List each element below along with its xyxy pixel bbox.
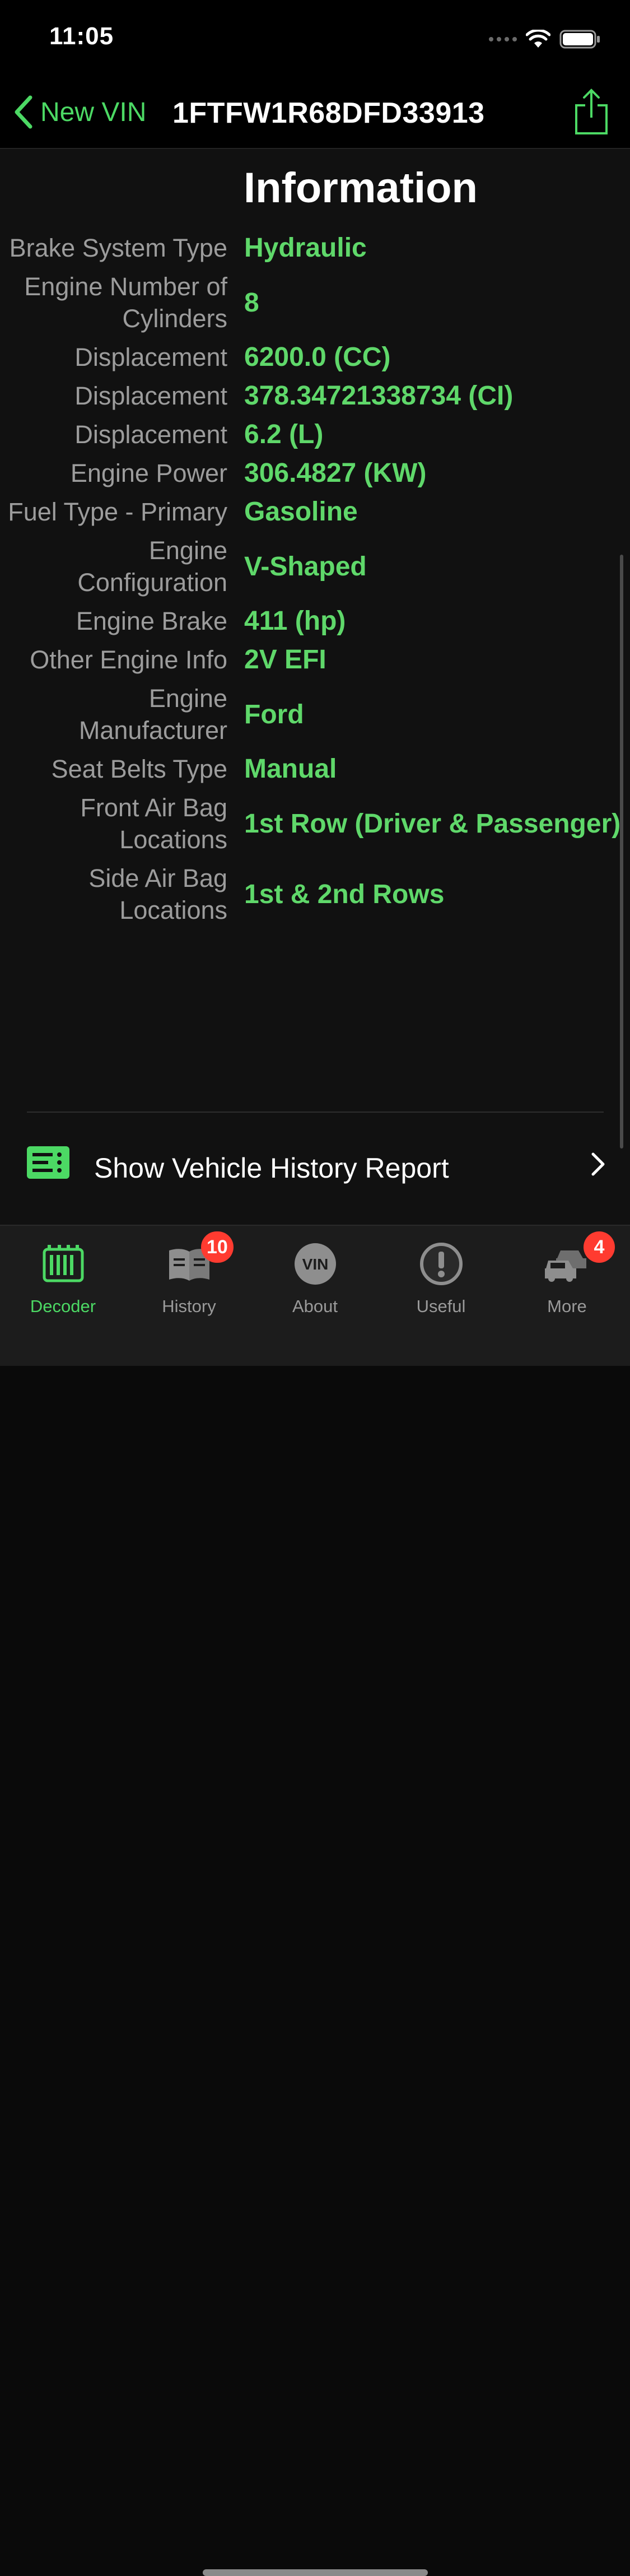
home-indicator[interactable] — [203, 2569, 428, 2576]
more-badge: 4 — [584, 1231, 615, 1263]
tab-history[interactable]: 10 History — [126, 1231, 252, 1317]
tab-bar: Decoder 10 History VIN About Useful 4 Mo… — [0, 1225, 630, 2576]
spec-label: Side Air Bag Locations — [88, 864, 227, 924]
spec-label: Other Engine Info — [30, 645, 227, 674]
tab-decoder[interactable]: Decoder — [0, 1236, 126, 1317]
spec-value: Hydraulic — [244, 233, 367, 263]
spec-label: Engine Number of Cylinders — [24, 272, 227, 333]
spec-value: 6.2 (L) — [244, 420, 324, 449]
spec-row-engine-manufacturer: Engine Manufacturer Ford — [0, 679, 630, 750]
spec-value: V-Shaped — [244, 551, 367, 582]
spec-row-engine-brake: Engine Brake 411 (hp) — [0, 602, 630, 640]
spec-label: Displacement — [74, 420, 227, 449]
tab-about[interactable]: VIN About — [252, 1236, 378, 1317]
back-label: New VIN — [40, 97, 147, 127]
tab-label: About — [292, 1296, 338, 1316]
spec-row-cylinders: Engine Number of Cylinders 8 — [0, 267, 630, 338]
spec-label: Displacement — [74, 343, 227, 371]
spec-row-displacement-cc: Displacement 6200.0 (CC) — [0, 338, 630, 376]
tab-useful[interactable]: Useful — [378, 1236, 504, 1317]
cars-icon: 4 — [504, 1231, 630, 1292]
spec-list: Brake System Type Hydraulic Engine Numbe… — [0, 229, 630, 929]
spec-row-brake-system: Brake System Type Hydraulic — [0, 229, 630, 267]
vin-title: 1FTFW1R68DFD33913 — [172, 97, 485, 129]
spec-label: Seat Belts Type — [51, 755, 227, 783]
spec-label: Engine Power — [70, 459, 227, 487]
report-label: Show Vehicle History Report — [94, 1152, 449, 1184]
status-bar: 11:05 — [0, 0, 630, 78]
report-list-icon — [27, 1146, 69, 1182]
history-badge: 10 — [201, 1231, 234, 1263]
spec-value: Manual — [244, 754, 337, 784]
spec-label: Engine Manufacturer — [78, 684, 227, 745]
chevron-right-icon — [591, 1152, 605, 1179]
spec-label: Engine Configuration — [77, 536, 227, 597]
spec-value: 2V EFI — [244, 645, 326, 675]
spec-row-front-air-bags: Front Air Bag Locations 1st Row (Driver … — [0, 788, 630, 859]
status-icons — [489, 28, 601, 50]
vehicle-history-report-button[interactable]: Show Vehicle History Report — [0, 1135, 630, 1197]
spec-label: Engine Brake — [76, 607, 227, 635]
information-scroll-view[interactable]: Information Brake System Type Hydraulic … — [0, 149, 630, 1225]
tab-label: More — [547, 1296, 587, 1316]
spec-value: Ford — [244, 699, 304, 729]
navigation-bar: New VIN 1FTFW1R68DFD33913 — [0, 78, 630, 149]
spec-row-side-air-bags: Side Air Bag Locations 1st & 2nd Rows — [0, 859, 630, 929]
book-icon: 10 — [126, 1231, 252, 1292]
tab-label: Useful — [416, 1296, 466, 1316]
spec-value: 1st Row (Driver & Passenger) — [244, 808, 621, 839]
share-icon — [575, 89, 608, 134]
svg-text:VIN: VIN — [302, 1256, 328, 1273]
share-button[interactable] — [574, 89, 609, 138]
back-button[interactable]: New VIN — [13, 94, 146, 130]
spec-row-other-engine-info: Other Engine Info 2V EFI — [0, 640, 630, 679]
tab-label: Decoder — [30, 1296, 96, 1316]
spec-row-seat-belts: Seat Belts Type Manual — [0, 750, 630, 788]
spec-value: 306.4827 (KW) — [244, 458, 427, 488]
exclamation-circle-icon — [378, 1236, 504, 1292]
chevron-left-icon — [15, 95, 32, 129]
spec-row-engine-power: Engine Power 306.4827 (KW) — [0, 454, 630, 492]
wifi-icon — [526, 30, 550, 48]
spec-value: 411 (hp) — [244, 606, 346, 636]
spec-row-fuel-type: Fuel Type - Primary Gasoline — [0, 492, 630, 531]
spec-row-engine-configuration: Engine Configuration V-Shaped — [0, 531, 630, 602]
spec-value: 8 — [244, 287, 259, 318]
spec-label: Front Air Bag Locations — [80, 793, 227, 854]
decoder-icon — [0, 1236, 126, 1292]
spec-row-displacement-ci: Displacement 378.34721338734 (CI) — [0, 376, 630, 415]
battery-icon — [559, 30, 600, 49]
spec-row-displacement-l: Displacement 6.2 (L) — [0, 415, 630, 454]
spec-label: Brake System Type — [9, 234, 227, 262]
divider — [27, 1112, 604, 1113]
spec-label: Fuel Type - Primary — [8, 497, 227, 526]
spec-value: 6200.0 (CC) — [244, 342, 391, 372]
scroll-indicator[interactable] — [620, 555, 623, 1148]
section-title: Information — [244, 164, 478, 212]
cellular-signal-icon — [489, 37, 517, 41]
tab-more[interactable]: 4 More — [504, 1231, 630, 1317]
spec-value: 378.34721338734 (CI) — [244, 381, 514, 411]
spec-label: Displacement — [74, 382, 227, 410]
spec-value: Gasoline — [244, 497, 358, 527]
tab-label: History — [162, 1296, 216, 1316]
spec-value: 1st & 2nd Rows — [244, 879, 445, 909]
status-time: 11:05 — [49, 22, 114, 50]
vin-circle-icon: VIN — [252, 1236, 378, 1292]
